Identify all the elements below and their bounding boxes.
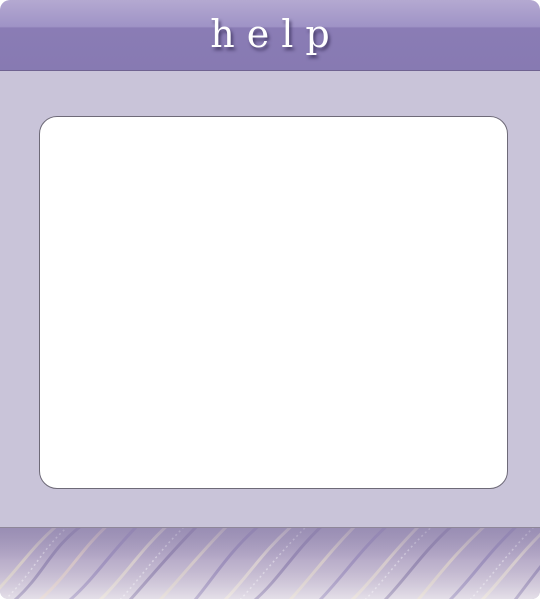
- decorative-footer: [0, 527, 540, 599]
- help-content-panel: [39, 116, 508, 489]
- window-body: [0, 71, 540, 527]
- wave-pattern: [0, 528, 540, 599]
- title-bar: help: [0, 0, 540, 71]
- window-title: help: [210, 12, 342, 56]
- help-window: help: [0, 0, 540, 599]
